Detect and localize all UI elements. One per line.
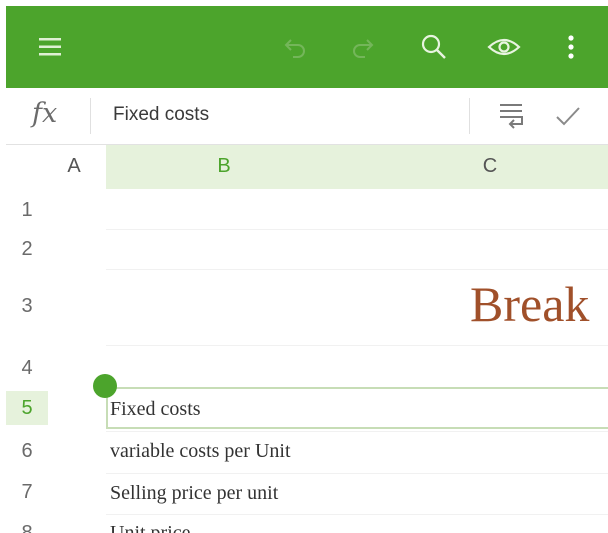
menu-icon[interactable]: [30, 6, 70, 88]
row-divider: [106, 514, 608, 515]
sheet-title-cell[interactable]: Break: [470, 275, 589, 333]
fx-label: fx: [32, 98, 58, 129]
row-header-2[interactable]: 2: [6, 238, 48, 261]
selection-handle[interactable]: [93, 374, 117, 398]
cell-b7[interactable]: Selling price per unit: [110, 482, 278, 505]
row-divider: [106, 431, 608, 432]
row-header-7[interactable]: 7: [6, 481, 48, 504]
divider: [90, 98, 91, 134]
wrap-text-icon[interactable]: [494, 94, 530, 138]
row-divider: [106, 269, 608, 270]
redo-icon[interactable]: [342, 6, 382, 88]
row-header-4[interactable]: 4: [6, 357, 48, 380]
row-header-1[interactable]: 1: [6, 199, 48, 222]
formula-input[interactable]: Fixed costs: [113, 104, 209, 126]
selected-column-highlight: [106, 145, 608, 189]
checkmark-icon[interactable]: [552, 94, 584, 138]
column-header-c[interactable]: C: [470, 155, 510, 178]
row-header-3[interactable]: 3: [6, 295, 48, 318]
search-icon[interactable]: [412, 6, 456, 88]
eye-icon[interactable]: [480, 6, 528, 88]
app-toolbar: [6, 6, 608, 88]
row-header-5[interactable]: 5: [6, 397, 48, 420]
row-divider: [106, 473, 608, 474]
more-vert-icon[interactable]: [556, 6, 586, 88]
row-divider: [106, 229, 608, 230]
spreadsheet-grid[interactable]: A B C 1 2 3 4 5 6 7 8 Break Fixed costs …: [6, 145, 608, 533]
cell-b5[interactable]: Fixed costs: [110, 398, 201, 421]
cell-b6[interactable]: variable costs per Unit: [110, 440, 291, 463]
row-divider: [106, 345, 608, 346]
formula-bar: fx Fixed costs: [6, 88, 608, 145]
row-header-6[interactable]: 6: [6, 440, 48, 463]
cell-b8[interactable]: Unit price: [110, 522, 191, 533]
divider: [469, 98, 470, 134]
undo-icon[interactable]: [276, 6, 316, 88]
row-header-8[interactable]: 8: [6, 522, 48, 533]
column-header-a[interactable]: A: [54, 155, 94, 178]
column-header-b[interactable]: B: [204, 155, 244, 178]
